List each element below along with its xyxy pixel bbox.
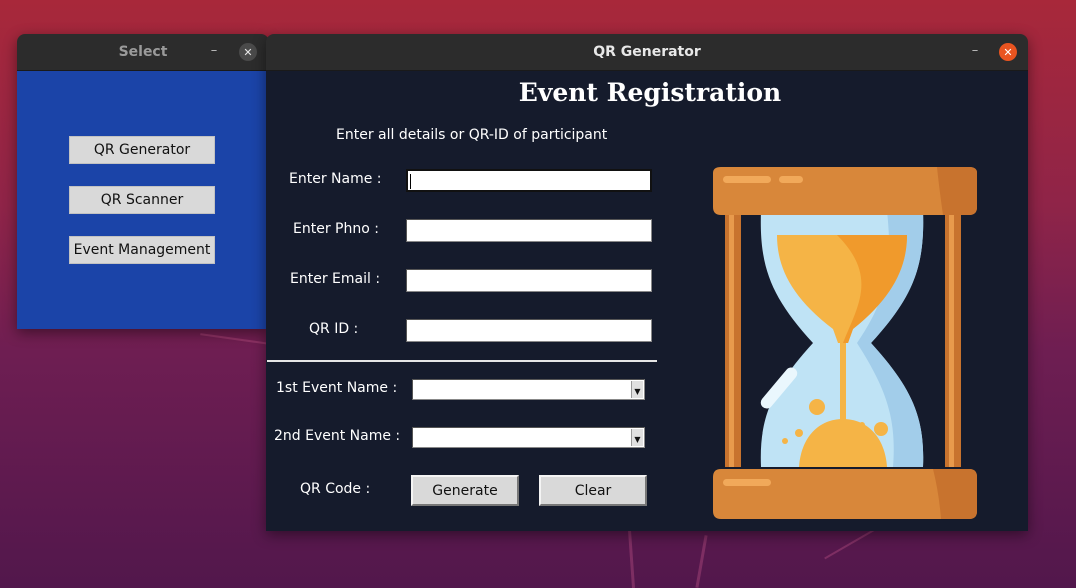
phone-input[interactable] (406, 219, 652, 242)
qr-id-input[interactable] (406, 319, 652, 342)
select-panel: QR Generator QR Scanner Event Management (17, 71, 269, 329)
phone-label: Enter Phno : (293, 221, 379, 237)
qr-generator-button[interactable]: QR Generator (69, 136, 215, 164)
generate-button[interactable]: Generate (411, 475, 519, 506)
qr-scanner-button[interactable]: QR Scanner (69, 186, 215, 214)
text-caret (410, 174, 411, 189)
qr-code-label: QR Code : (300, 481, 371, 497)
clear-button[interactable]: Clear (539, 475, 647, 506)
minimize-button[interactable]: – (205, 44, 223, 60)
wallpaper-line (695, 535, 708, 588)
select-titlebar[interactable]: Select – ✕ (17, 34, 269, 71)
qr-generator-titlebar[interactable]: QR Generator – ✕ (266, 34, 1028, 71)
first-event-select[interactable]: ▼ (412, 379, 645, 400)
hourglass-icon (713, 167, 977, 519)
form-divider (267, 360, 657, 362)
select-window: Select – ✕ QR Generator QR Scanner Event… (17, 34, 269, 329)
email-label: Enter Email : (290, 271, 381, 287)
qr-generator-form: Event Registration Enter all details or … (266, 71, 1028, 531)
window-title: QR Generator (593, 44, 701, 60)
name-label: Enter Name : (289, 171, 382, 187)
first-event-label: 1st Event Name : (276, 380, 398, 396)
event-management-button[interactable]: Event Management (69, 236, 215, 264)
close-button[interactable]: ✕ (239, 43, 257, 61)
chevron-down-icon[interactable]: ▼ (631, 429, 643, 446)
wallpaper-line (627, 529, 636, 588)
qr-generator-window: QR Generator – ✕ Event Registration Ente… (266, 34, 1028, 531)
instructions-text: Enter all details or QR-ID of participan… (336, 127, 608, 143)
minimize-button[interactable]: – (966, 44, 984, 60)
second-event-label: 2nd Event Name : (274, 428, 401, 444)
email-input[interactable] (406, 269, 652, 292)
close-button[interactable]: ✕ (999, 43, 1017, 61)
qr-id-label: QR ID : (309, 321, 359, 337)
wallpaper-line (200, 333, 270, 345)
window-title: Select (118, 44, 168, 60)
name-input[interactable] (406, 169, 652, 192)
chevron-down-icon[interactable]: ▼ (631, 381, 643, 398)
second-event-select[interactable]: ▼ (412, 427, 645, 448)
page-title: Event Registration (518, 78, 782, 107)
